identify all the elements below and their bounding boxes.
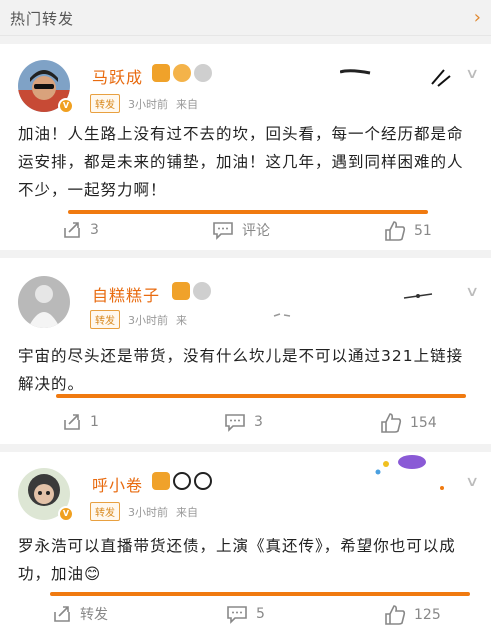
crown-badge-icon [152,64,170,82]
comment-icon [225,414,245,432]
post-text: 罗永浩可以直播带货还债，上演《真还传》，希望你也可以成功，加油😊 [18,537,456,583]
post-time: 3小时前 [128,505,168,519]
card-decoration [340,69,451,87]
like-icon [385,605,406,625]
annotation-underline [50,592,470,596]
chevron-down-icon[interactable]: ∨ [465,474,479,490]
username[interactable]: 马跃成 [92,64,143,88]
repost-button[interactable]: 3 [62,220,99,240]
share-icon [64,222,80,238]
repost-count: 1 [90,414,99,430]
comment-count: 评论 [242,223,270,239]
divider [0,36,491,44]
crown-badge-icon [172,282,190,300]
repost-card: V 呼小卷 转发 3小时前 来自 ∨ 罗永浩可以直播带货还债，上演《真还传》，希… [0,452,491,640]
medal-badge-icon [194,64,212,82]
panda-badge-icon [173,472,191,490]
divider [0,250,491,258]
like-button[interactable]: 125 [384,604,441,626]
repost-tag: 转发 [90,310,120,329]
chevron-right-icon[interactable]: › [474,7,481,28]
repost-tag: 转发 [90,502,120,521]
like-count: 154 [410,415,437,431]
hot-reposts-header[interactable]: 热门转发 › [0,0,491,36]
card-decoration [375,455,444,490]
comment-icon [213,222,233,240]
verified-badge-icon: V [58,506,74,522]
post-source: 来自 [176,97,198,111]
like-icon [385,221,406,241]
like-count: 125 [414,607,441,623]
post-meta: 转发 3小时前 来 [90,310,187,329]
repost-card: 自糕糕子 转发 3小时前 来 ∨ 宇宙的尽头还是带货，没有什么坎儿是不可以通过3… [0,258,491,444]
comment-count: 5 [256,606,265,622]
medal-badge-icon [193,282,211,300]
action-bar: 1 3 154 [0,412,491,442]
chevron-down-icon[interactable]: ∨ [465,66,479,82]
repost-label: 转发 [80,607,108,623]
annotation-underline [56,394,466,398]
annotation-underline [68,210,428,214]
username[interactable]: 呼小卷 [92,472,143,496]
user-badges [152,64,212,82]
comment-count: 3 [254,414,263,430]
card-decoration [273,293,433,317]
comment-button[interactable]: 5 [226,604,265,624]
like-button[interactable]: 154 [380,412,437,434]
comment-icon [227,606,247,624]
post-meta: 转发 3小时前 来自 [90,502,198,521]
divider [0,444,491,452]
post-meta: 转发 3小时前 来自 [90,94,198,113]
post-time: 3小时前 [128,313,168,327]
action-bar: 转发 5 125 [0,604,491,634]
post-source: 来 [176,313,187,327]
repost-button[interactable]: 转发 [52,604,108,624]
crown-badge-icon [152,472,170,490]
verified-badge-icon: V [58,98,74,114]
chevron-down-icon[interactable]: ∨ [465,284,479,300]
post-source: 来自 [176,505,198,519]
share-icon [64,414,80,430]
post-text: 宇宙的尽头还是带货，没有什么坎儿是不可以通过321上链接解决的。 [18,347,464,393]
fish-badge-icon [173,64,191,82]
like-icon [381,413,402,433]
repost-button[interactable]: 1 [62,412,99,432]
avatar[interactable] [18,276,70,328]
panda-badge-icon [194,472,212,490]
repost-tag: 转发 [90,94,120,113]
share-icon [54,606,70,622]
header-title: 热门转发 [10,10,75,28]
repost-count: 3 [90,222,99,238]
username[interactable]: 自糕糕子 [92,282,160,306]
post-text: 加油！人生路上没有过不去的坎，回头看，每一个经历都是命运安排，都是未来的铺垫，加… [18,125,464,199]
comment-button[interactable]: 3 [224,412,263,432]
user-badges [172,282,211,300]
user-badges [152,472,212,490]
like-count: 51 [414,223,432,239]
action-bar: 3 评论 51 [0,220,491,250]
like-button[interactable]: 51 [384,220,432,242]
post-time: 3小时前 [128,97,168,111]
repost-card: V 马跃成 转发 3小时前 来自 ∨ 加油！人生路上没有过不去的坎，回头看，每一… [0,44,491,250]
comment-button[interactable]: 评论 [212,220,270,240]
